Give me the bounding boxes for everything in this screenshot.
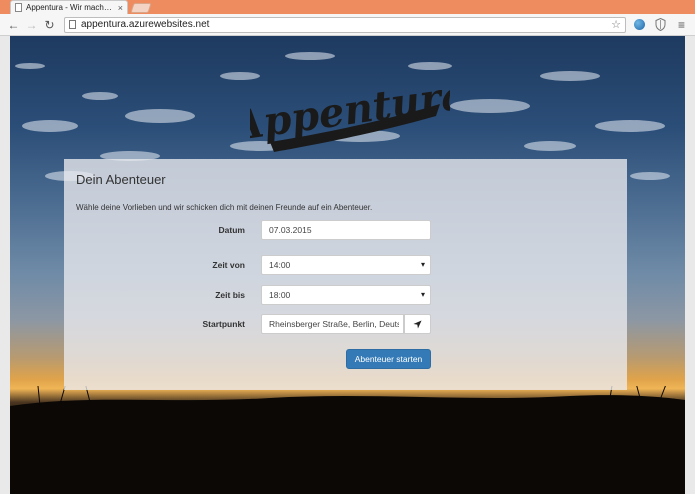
svg-text:Appentura: Appentura bbox=[250, 71, 450, 151]
date-input[interactable]: 07.03.2015 bbox=[261, 220, 431, 240]
start-label: Startpunkt bbox=[202, 319, 246, 329]
time-to-label: Zeit bis bbox=[215, 290, 245, 300]
browser-tab[interactable]: Appentura - Wir machen ... × bbox=[10, 0, 128, 14]
appentura-logo: Appentura bbox=[250, 71, 450, 152]
time-to-row: Zeit bis 18:00 bbox=[64, 285, 627, 305]
time-to-value: 18:00 bbox=[269, 290, 291, 300]
globe-icon[interactable] bbox=[632, 17, 647, 33]
hill-silhouette bbox=[10, 386, 685, 494]
star-icon[interactable]: ☆ bbox=[611, 18, 621, 31]
tab-strip: Appentura - Wir machen ... × bbox=[0, 0, 695, 14]
shield-icon[interactable] bbox=[653, 17, 668, 33]
adventure-form: Dein Abenteuer Wähle deine Vorlieben und… bbox=[64, 159, 627, 390]
location-arrow-icon bbox=[413, 319, 422, 329]
time-from-row: Zeit von 14:00 bbox=[64, 255, 627, 275]
start-row: Startpunkt Rheinsberger Straße, Berlin, … bbox=[64, 314, 627, 334]
start-location-input[interactable]: Rheinsberger Straße, Berlin, Deuts bbox=[261, 314, 404, 334]
time-to-select[interactable]: 18:00 bbox=[261, 285, 431, 305]
page-info-icon[interactable] bbox=[69, 20, 76, 29]
date-row: Datum 07.03.2015 bbox=[64, 220, 627, 240]
address-bar[interactable]: appentura.azurewebsites.net ☆ bbox=[64, 16, 626, 33]
time-from-select[interactable]: 14:00 bbox=[261, 255, 431, 275]
page-icon bbox=[15, 3, 22, 12]
locate-button[interactable] bbox=[404, 314, 431, 334]
new-tab-button[interactable] bbox=[130, 3, 152, 13]
page-background: Appentura Dein Abenteuer Wähle deine Vor… bbox=[10, 36, 685, 494]
reload-icon[interactable]: ↻ bbox=[42, 17, 57, 33]
browser-toolbar: ← → ↻ appentura.azurewebsites.net ☆ ≡ bbox=[0, 14, 695, 36]
form-title: Dein Abenteuer bbox=[76, 172, 166, 187]
start-location-value: Rheinsberger Straße, Berlin, Deuts bbox=[269, 319, 399, 329]
time-from-label: Zeit von bbox=[212, 260, 245, 270]
date-label: Datum bbox=[218, 225, 245, 235]
url-text[interactable]: appentura.azurewebsites.net bbox=[81, 19, 611, 30]
start-adventure-button[interactable]: Abenteuer starten bbox=[346, 349, 431, 369]
forward-icon[interactable]: → bbox=[24, 17, 39, 33]
back-icon[interactable]: ← bbox=[6, 17, 21, 33]
form-intro-text: Wähle deine Vorlieben und wir schicken d… bbox=[76, 203, 373, 212]
close-icon[interactable]: × bbox=[118, 3, 123, 13]
tab-title: Appentura - Wir machen ... bbox=[26, 3, 115, 12]
time-from-value: 14:00 bbox=[269, 260, 291, 270]
menu-icon[interactable]: ≡ bbox=[674, 17, 689, 33]
date-value: 07.03.2015 bbox=[269, 225, 312, 235]
